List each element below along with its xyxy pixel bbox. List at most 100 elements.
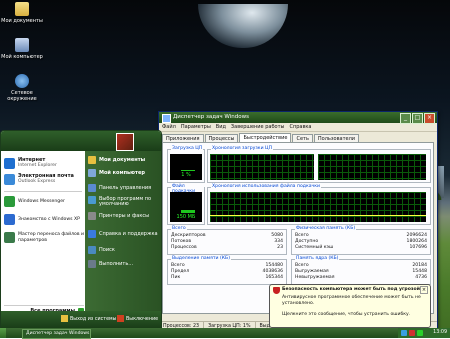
start-place-label: Принтеры и факсы	[99, 213, 150, 219]
kernel-memory-group: Память ядра (КБ) Всего 20184 Выгружаемая 1…	[291, 256, 431, 285]
maximize-button[interactable]: □	[412, 113, 423, 124]
start-place-label: Выбор программ по умолчанию	[99, 196, 152, 207]
start-place-label: Мой компьютер	[99, 170, 145, 176]
messenger-icon	[4, 196, 15, 207]
start-item-title: Windows Messenger	[18, 199, 65, 204]
start-item-email[interactable]: Электронная почта Outlook Express	[4, 173, 84, 187]
logoff-label: Выход из системы	[70, 317, 117, 322]
network-tray-icon[interactable]	[401, 330, 407, 336]
totals-group: Всего Дескрипторов 5080 Потоков 334 Процес…	[167, 226, 287, 255]
pagefile-gauge: 150 МБ	[170, 192, 202, 222]
pagefile-group: Файл подкачки 150 МБ	[167, 184, 205, 225]
cpu-gauge-bar	[181, 170, 195, 171]
menu-bar: Файл Параметры Вид Завершение работы Спр…	[159, 123, 437, 132]
start-menu-places: Мои документы Мой компьютер Панель управ…	[85, 151, 161, 311]
stat-row: Процессов 23	[171, 245, 283, 250]
physical-memory-group: Физическая память (КБ) Всего 2096624 Дост…	[291, 226, 431, 255]
menu-help[interactable]: Справка	[289, 123, 311, 131]
pagefile-gauge-bar	[181, 210, 195, 213]
start-item-internet[interactable]: Интернет Internet Explorer	[4, 157, 84, 171]
security-tray-icon[interactable]	[409, 330, 415, 336]
start-place-label: Поиск	[99, 247, 115, 253]
start-menu-footer: Выход из системы Выключение	[1, 311, 161, 328]
pagefile-history-graph	[210, 192, 426, 222]
start-place-label: Выполнить...	[99, 261, 134, 267]
shutdown-label: Выключение	[126, 317, 159, 322]
menu-file[interactable]: Файл	[162, 123, 176, 131]
task-manager-titlebar[interactable]: Диспетчер задач Windows _ □ ×	[159, 112, 437, 124]
cpu-history-label: Хронология загрузки ЦП	[211, 146, 274, 151]
balloon-hint: Щелкните это сообщение, чтобы устранить …	[282, 312, 411, 317]
start-place-help[interactable]: Справка и поддержка	[88, 229, 160, 239]
clock[interactable]: 13:09	[433, 330, 447, 335]
user-avatar[interactable]	[116, 133, 134, 151]
folder-icon	[15, 2, 29, 16]
desktop-icon-my-documents[interactable]: Мои документы	[0, 2, 44, 24]
menu-view[interactable]: Вид	[216, 123, 226, 131]
printer-icon	[88, 212, 96, 220]
internet-explorer-icon	[4, 158, 15, 169]
taskbar: Диспетчер задач Windows 13:09	[0, 328, 450, 339]
start-place-default-programs[interactable]: Выбор программ по умолчанию	[88, 195, 160, 209]
task-manager-tray-icon[interactable]	[417, 330, 423, 336]
folder-icon	[88, 156, 96, 164]
tour-icon	[4, 214, 15, 225]
search-icon	[88, 246, 96, 254]
cpu-history-graph-1	[210, 154, 314, 180]
stat-row: Системный кэш 107696	[295, 245, 427, 250]
planet-wallpaper	[198, 4, 288, 48]
start-item-tour[interactable]: Знакомство с Windows XP	[4, 213, 84, 227]
cpu-usage-label: Загрузка ЦП	[171, 146, 204, 151]
start-item-messenger[interactable]: Windows Messenger	[4, 195, 84, 209]
desktop-icon-label: Сетевое окружение	[7, 90, 37, 102]
start-place-my-documents[interactable]: Мои документы	[88, 155, 160, 165]
system-tray: 13:09	[398, 328, 450, 338]
shutdown-button[interactable]: Выключение	[117, 315, 158, 324]
desktop-icon-my-computer[interactable]: Мой компьютер	[0, 38, 44, 60]
computer-icon	[88, 169, 96, 177]
menu-shutdown[interactable]: Завершение работы	[231, 123, 285, 131]
start-place-label: Мои документы	[99, 157, 146, 163]
pagefile-history-label: Хронология использования файла подкачки	[211, 184, 322, 189]
help-icon	[88, 230, 96, 238]
kernel-memory-title: Память ядра (КБ)	[295, 256, 340, 261]
physical-memory-title: Физическая память (КБ)	[295, 226, 357, 231]
outlook-express-icon	[4, 174, 15, 185]
start-item-transfer-wizard[interactable]: Мастер переноса файлов и параметров	[4, 231, 84, 245]
start-menu: Интернет Internet Explorer Электронная п…	[0, 130, 162, 329]
cpu-gauge: 1 %	[170, 154, 202, 180]
pagefile-history-group: Хронология использования файла подкачки	[207, 184, 431, 225]
start-place-label: Справка и поддержка	[99, 231, 158, 237]
totals-title: Всего	[171, 226, 187, 231]
desktop-icon-network[interactable]: Сетевое окружение	[0, 74, 44, 102]
balloon-title: Безопасность компьютера может быть под у…	[282, 287, 420, 292]
separator	[4, 191, 82, 192]
menu-options[interactable]: Параметры	[181, 123, 211, 131]
cpu-usage-group: Загрузка ЦП 1 %	[167, 146, 205, 183]
close-icon[interactable]: ×	[420, 286, 428, 294]
minimize-button[interactable]: _	[400, 113, 411, 124]
start-menu-programs: Интернет Internet Explorer Электронная п…	[1, 151, 85, 314]
default-programs-icon	[88, 196, 96, 204]
computer-icon	[15, 38, 29, 52]
start-place-control-panel[interactable]: Панель управления	[88, 183, 160, 193]
stat-row: Невыгружаемая 4736	[295, 275, 427, 280]
run-icon	[88, 260, 96, 268]
security-notification-balloon[interactable]: Безопасность компьютера может быть под у…	[269, 284, 431, 328]
power-icon	[117, 315, 124, 322]
pagefile-gauge-value: 150 МБ	[176, 214, 196, 220]
start-place-run[interactable]: Выполнить...	[88, 259, 160, 269]
start-place-search[interactable]: Поиск	[88, 245, 160, 255]
desktop-icon-label: Мои документы	[1, 18, 43, 24]
security-shield-icon	[273, 287, 280, 294]
logoff-button[interactable]: Выход из системы	[61, 315, 116, 324]
start-place-my-computer[interactable]: Мой компьютер	[88, 168, 160, 178]
start-place-printers[interactable]: Принтеры и факсы	[88, 211, 160, 221]
commit-charge-title: Выделение памяти (КБ)	[171, 256, 231, 261]
close-button[interactable]: ×	[424, 113, 435, 124]
start-button[interactable]	[0, 328, 6, 338]
start-item-title: Мастер переноса файлов и параметров	[18, 232, 84, 243]
transfer-wizard-icon	[4, 232, 15, 243]
taskbar-button-label: Диспетчер задач Windows	[26, 331, 90, 336]
network-icon	[15, 74, 29, 88]
